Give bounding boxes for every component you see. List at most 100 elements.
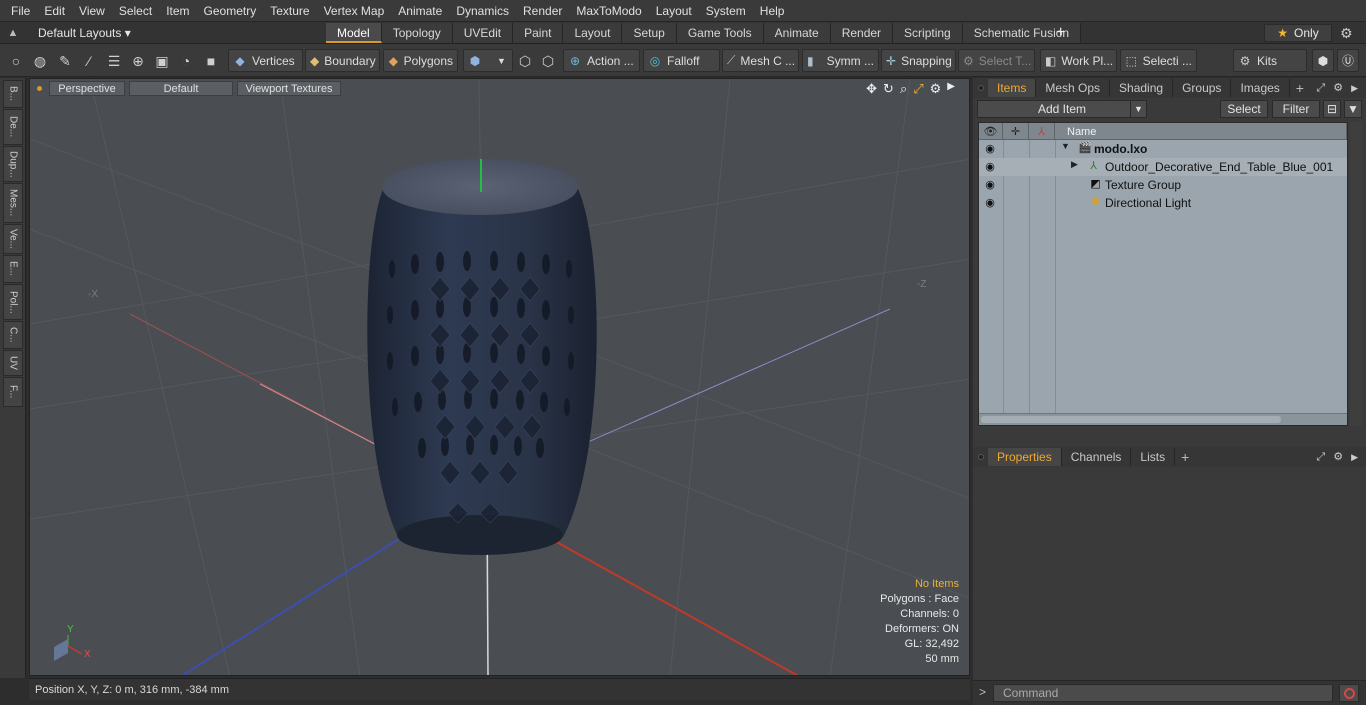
expand-right-icon[interactable]: ▶ [947, 81, 955, 97]
panel-gear-icon[interactable]: ⚙ [1333, 447, 1343, 467]
clock-icon[interactable]: ◔ [176, 51, 196, 71]
tab-topology[interactable]: Topology [381, 23, 453, 43]
circle-select-icon[interactable]: ○ [6, 51, 26, 71]
item-mode-dropdown[interactable]: ⬢ ▼ [463, 49, 513, 72]
move-view-icon[interactable]: ✥ [866, 81, 877, 97]
visibility-column-eye-icon[interactable]: 👁 [979, 123, 1003, 140]
unity-button[interactable]: ⬢ [1312, 49, 1334, 72]
lock-column-icon[interactable]: ✛ [1003, 123, 1029, 140]
tree-row-light[interactable]: ◉ ✺ Directional Light [979, 194, 1347, 212]
panel-arrow-icon[interactable]: ▶ [1351, 447, 1358, 467]
left-tab-vertex[interactable]: Ve... [3, 224, 23, 254]
panel-gear-icon[interactable]: ⚙ [1333, 78, 1343, 98]
menu-edit[interactable]: Edit [37, 0, 72, 22]
work-plane-button[interactable]: ◧ Work Pl... [1040, 49, 1117, 72]
globe-icon[interactable]: ◍ [30, 51, 50, 71]
tab-images[interactable]: Images [1231, 79, 1290, 97]
menu-system[interactable]: System [699, 0, 753, 22]
panel-arrow-icon[interactable]: ▶ [1351, 78, 1358, 98]
tree-row-scene[interactable]: ◉ ▼ 🎬 modo.lxo [979, 140, 1347, 158]
tab-game-tools[interactable]: Game Tools [676, 23, 764, 43]
tree-row-texture-group[interactable]: ◉ ◩ Texture Group [979, 176, 1347, 194]
symmetry-button[interactable]: ▮ Symm ... [802, 49, 879, 72]
select-button[interactable]: Select [1220, 100, 1268, 118]
selection-sets-button[interactable]: ⬚ Selecti ... [1120, 49, 1197, 72]
left-tab-duplicate[interactable]: Dup... [3, 146, 23, 182]
menu-view[interactable]: View [72, 0, 112, 22]
tab-channels[interactable]: Channels [1062, 448, 1132, 466]
add-item-dropdown-icon[interactable]: ▼ [1130, 101, 1146, 117]
menu-item[interactable]: Item [159, 0, 196, 22]
add-panel-tab-button[interactable]: + [1290, 80, 1310, 96]
horizontal-scrollbar[interactable] [979, 413, 1347, 425]
select-through-button[interactable]: ⚙ Select T... [958, 49, 1035, 72]
vertices-button[interactable]: ◆ Vertices [228, 49, 303, 72]
tab-animate[interactable]: Animate [763, 23, 831, 43]
add-item-button[interactable]: Add Item ▼ [977, 100, 1147, 118]
panel-expand-icon[interactable]: ⤢ [1316, 78, 1325, 98]
tab-mesh-ops[interactable]: Mesh Ops [1036, 79, 1111, 97]
gear-icon[interactable]: ⚙ [1340, 22, 1353, 44]
visibility-eye-icon[interactable]: ◉ [983, 143, 997, 155]
tab-paint[interactable]: Paint [513, 23, 564, 43]
menu-vertex-map[interactable]: Vertex Map [317, 0, 392, 22]
only-toggle[interactable]: ★ Only [1264, 24, 1332, 42]
maximize-icon[interactable]: ⤢ [913, 81, 923, 97]
record-macro-button[interactable] [1339, 684, 1359, 702]
left-tab-polygon[interactable]: Pol... [3, 284, 23, 320]
command-input[interactable]: Command [993, 684, 1333, 702]
cube-mode-icon[interactable]: ■ [201, 51, 221, 71]
menu-select[interactable]: Select [112, 0, 159, 22]
name-column-header[interactable]: Name [1061, 123, 1347, 140]
zoom-view-icon[interactable]: ⌕ [900, 81, 907, 97]
pen-icon[interactable]: ✎ [55, 51, 75, 71]
menu-geometry[interactable]: Geometry [197, 0, 264, 22]
square-icon[interactable]: ▣ [152, 51, 172, 71]
center-icon[interactable]: ⊕ [128, 51, 148, 71]
visibility-eye-icon[interactable]: ◉ [983, 197, 997, 209]
add-props-tab-button[interactable]: + [1175, 449, 1195, 465]
tab-items[interactable]: Items [988, 79, 1037, 97]
add-tab-button[interactable]: + [1056, 22, 1065, 44]
left-tab-curve[interactable]: C... [3, 321, 23, 349]
3d-viewport[interactable]: Perspective Default Viewport Textures ✥ … [29, 78, 970, 676]
tab-lists[interactable]: Lists [1131, 448, 1176, 466]
tab-properties[interactable]: Properties [988, 448, 1062, 466]
action-center-button[interactable]: ⊕ Action ... [563, 49, 640, 72]
shading-menu[interactable]: Default [129, 81, 233, 96]
end-table-model[interactable] [367, 159, 597, 555]
expand-triangle-icon[interactable]: ▶ [1071, 159, 1078, 170]
stack-icon[interactable]: ☰ [104, 51, 124, 71]
funnel-icon[interactable]: ▼ [1344, 100, 1362, 118]
brush-icon[interactable]: ⁄ [79, 51, 99, 71]
left-tab-mesh-edit[interactable]: Mes... [3, 183, 23, 223]
tab-setup[interactable]: Setup [622, 23, 677, 43]
menu-file[interactable]: File [4, 0, 37, 22]
snap-shield2-icon[interactable]: ⬡ [538, 51, 558, 71]
tab-groups[interactable]: Groups [1173, 79, 1232, 97]
menu-maxtomodo[interactable]: MaxToModo [569, 0, 648, 22]
viewport-textures-menu[interactable]: Viewport Textures [237, 81, 341, 96]
layout-arrow-icon[interactable]: ▲ [0, 27, 26, 39]
tab-uvedit[interactable]: UVEdit [452, 23, 514, 43]
unreal-button[interactable]: Ⓤ [1337, 49, 1359, 72]
polygons-button[interactable]: ◆ Polygons [383, 49, 458, 72]
layout-selector[interactable]: Default Layouts ▾ [26, 26, 316, 40]
menu-help[interactable]: Help [753, 0, 792, 22]
rotate-view-icon[interactable]: ↻ [883, 81, 894, 97]
tab-render[interactable]: Render [830, 23, 894, 43]
menu-render[interactable]: Render [516, 0, 569, 22]
left-tab-basic[interactable]: B... [3, 80, 23, 108]
left-tab-edge[interactable]: E... [3, 255, 23, 283]
snap-shield-icon[interactable]: ⬡ [515, 51, 535, 71]
snapping-button[interactable]: ✛ Snapping [881, 49, 956, 72]
tree-row-mesh[interactable]: ◉ ▶ ⅄ Outdoor_Decorative_End_Table_Blue_… [979, 158, 1347, 176]
collapse-icon[interactable]: ⊟ [1323, 100, 1341, 118]
menu-dynamics[interactable]: Dynamics [449, 0, 516, 22]
tab-layout[interactable]: Layout [563, 23, 623, 43]
tab-shading[interactable]: Shading [1110, 79, 1174, 97]
viewport-gear-icon[interactable]: ⚙ [930, 81, 942, 97]
left-tab-uv[interactable]: UV [3, 350, 23, 376]
kits-button[interactable]: ⚙ Kits [1233, 49, 1307, 72]
collapse-triangle-icon[interactable]: ▼ [1061, 141, 1070, 151]
